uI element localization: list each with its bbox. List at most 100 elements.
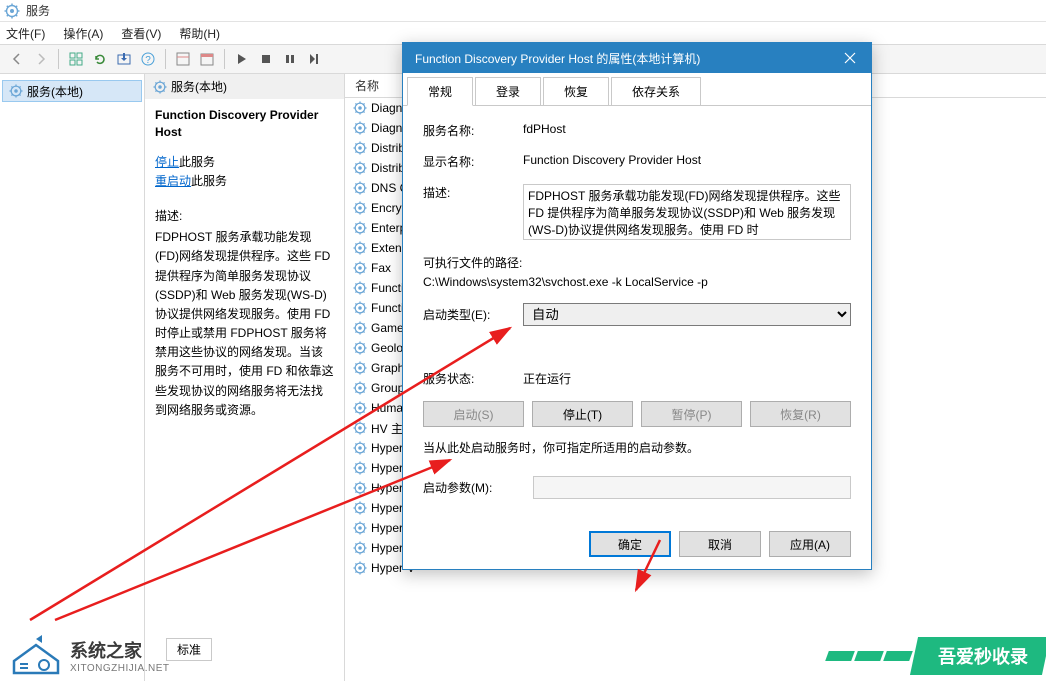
tab-logon[interactable]: 登录 (475, 77, 541, 105)
restart-suffix: 此服务 (191, 174, 227, 188)
tree-node-services-local[interactable]: 服务(本地) (2, 80, 142, 102)
param-input (533, 476, 851, 499)
gear-icon (353, 301, 367, 315)
toolbar-refresh[interactable] (89, 48, 111, 70)
list-item-label: Fax (371, 261, 391, 275)
tab-recovery[interactable]: 恢复 (543, 77, 609, 105)
desc-text: FDPHOST 服务承载功能发现(FD)网络发现提供程序。这些 FD 提供程序为… (155, 228, 334, 420)
properties-dialog: Function Discovery Provider Host 的属性(本地计… (402, 42, 872, 570)
toolbar-help[interactable]: ? (137, 48, 159, 70)
menu-view[interactable]: 查看(V) (121, 25, 161, 42)
gear-icon (353, 381, 367, 395)
watermark-left: 系统之家 XITONGZHIJIA.NET (10, 635, 170, 675)
tab-deps[interactable]: 依存关系 (611, 77, 701, 105)
gear-icon (9, 84, 23, 98)
watermark-en: XITONGZHIJIA.NET (70, 663, 170, 674)
gear-icon (353, 241, 367, 255)
gear-icon (353, 401, 367, 415)
gear-icon (353, 261, 367, 275)
dialog-tabs: 常规 登录 恢复 依存关系 (403, 73, 871, 106)
svc-name-value: fdPHost (523, 122, 851, 136)
start-type-select[interactable]: 自动 (523, 303, 851, 326)
gear-icon (353, 421, 367, 435)
gear-icon (353, 221, 367, 235)
disp-name-value: Function Discovery Provider Host (523, 153, 851, 167)
toolbar-props[interactable] (172, 48, 194, 70)
toolbar-pause[interactable] (279, 48, 301, 70)
tab-general[interactable]: 常规 (407, 77, 473, 106)
tree-pane: 服务(本地) (0, 74, 145, 681)
desc-label: 描述: (423, 184, 523, 201)
stop-link[interactable]: 停止 (155, 155, 179, 169)
gear-icon (353, 281, 367, 295)
watermark-right: 吾爱秒收录 (827, 637, 1046, 675)
restart-link[interactable]: 重启动 (155, 174, 191, 188)
gear-icon (353, 161, 367, 175)
stop-button[interactable]: 停止(T) (532, 401, 633, 427)
tree-node-label: 服务(本地) (27, 83, 83, 100)
logo-icon (10, 635, 62, 675)
window-titlebar: 服务 (0, 0, 1046, 22)
gear-icon (353, 441, 367, 455)
watermark-cn: 系统之家 (70, 637, 170, 663)
svc-name-label: 服务名称: (423, 122, 523, 139)
gear-icon (353, 481, 367, 495)
toolbar-play[interactable] (231, 48, 253, 70)
toolbar-restart[interactable] (303, 48, 325, 70)
toolbar-back[interactable] (6, 48, 28, 70)
start-button: 启动(S) (423, 401, 524, 427)
desc-textarea[interactable]: FDPHOST 服务承载功能发现(FD)网络发现提供程序。这些 FD 提供程序为… (523, 184, 851, 240)
gear-icon (353, 461, 367, 475)
toolbar-export[interactable] (113, 48, 135, 70)
menu-file[interactable]: 文件(F) (6, 25, 45, 42)
pause-button: 暂停(P) (641, 401, 742, 427)
detail-pane: 服务(本地) Function Discovery Provider Host … (145, 74, 345, 681)
gear-icon (353, 121, 367, 135)
gear-icon (353, 201, 367, 215)
gear-icon (353, 341, 367, 355)
services-icon (4, 3, 20, 19)
gear-icon (353, 501, 367, 515)
menu-help[interactable]: 帮助(H) (179, 25, 220, 42)
detail-header: 服务(本地) (145, 74, 344, 99)
detail-header-label: 服务(本地) (171, 78, 227, 95)
gear-icon (353, 561, 367, 575)
ok-button[interactable]: 确定 (589, 531, 671, 557)
toolbar-date[interactable] (196, 48, 218, 70)
dialog-titlebar[interactable]: Function Discovery Provider Host 的属性(本地计… (403, 43, 871, 73)
close-icon[interactable] (837, 47, 863, 69)
stop-suffix: 此服务 (179, 155, 215, 169)
apply-button[interactable]: 应用(A) (769, 531, 851, 557)
standard-tab[interactable]: 标准 (166, 638, 212, 661)
toolbar-forward[interactable] (30, 48, 52, 70)
detail-service-title: Function Discovery Provider Host (155, 107, 334, 141)
exe-path-label: 可执行文件的路径: (423, 254, 851, 271)
status-value: 正在运行 (523, 370, 851, 387)
watermark-right-text: 吾爱秒收录 (938, 643, 1028, 669)
toolbar-stop[interactable] (255, 48, 277, 70)
toolbar-separator (165, 49, 166, 69)
gear-icon (353, 101, 367, 115)
svg-text:?: ? (145, 55, 151, 66)
window-title: 服务 (26, 2, 50, 19)
dialog-title-text: Function Discovery Provider Host 的属性(本地计… (415, 50, 700, 67)
cancel-button[interactable]: 取消 (679, 531, 761, 557)
gear-icon (153, 80, 167, 94)
gear-icon (353, 141, 367, 155)
param-label: 启动参数(M): (423, 479, 533, 496)
menu-action[interactable]: 操作(A) (63, 25, 103, 42)
gear-icon (353, 521, 367, 535)
start-type-label: 启动类型(E): (423, 306, 523, 323)
toolbar-grid[interactable] (65, 48, 87, 70)
disp-name-label: 显示名称: (423, 153, 523, 170)
desc-label: 描述: (155, 207, 334, 226)
gear-icon (353, 321, 367, 335)
menu-bar: 文件(F) 操作(A) 查看(V) 帮助(H) (0, 22, 1046, 44)
resume-button: 恢复(R) (750, 401, 851, 427)
status-label: 服务状态: (423, 370, 523, 387)
gear-icon (353, 181, 367, 195)
toolbar-separator (58, 49, 59, 69)
gear-icon (353, 361, 367, 375)
start-hint: 当从此处启动服务时，你可指定所适用的启动参数。 (423, 439, 851, 456)
gear-icon (353, 541, 367, 555)
